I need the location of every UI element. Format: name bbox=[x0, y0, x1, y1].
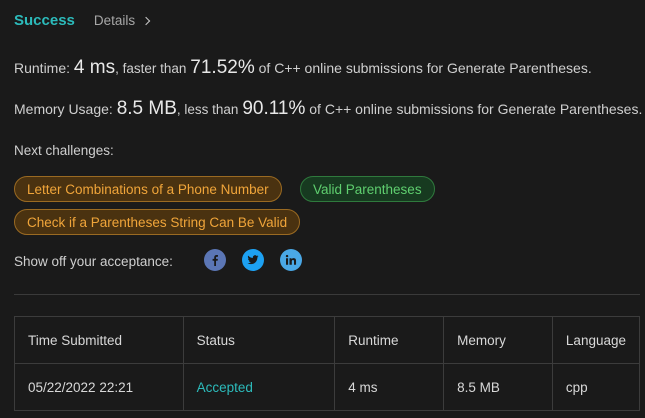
column-header: Memory bbox=[443, 316, 553, 364]
table-header-row: Time Submitted Status Runtime Memory Lan… bbox=[14, 316, 641, 364]
facebook-icon[interactable] bbox=[204, 249, 226, 271]
memory-tail: of C++ online submissions for Generate P… bbox=[309, 101, 643, 117]
memory-value: 8.5 MB bbox=[116, 98, 177, 119]
next-challenges-label: Next challenges: bbox=[14, 143, 114, 158]
runtime-tail: of C++ online submissions for Generate P… bbox=[258, 60, 592, 76]
challenge-chip[interactable]: Letter Combinations of a Phone Number bbox=[14, 176, 282, 202]
runtime-line: Runtime: 4 ms, faster than 71.52% of C++… bbox=[14, 57, 592, 79]
status-cell[interactable]: Accepted bbox=[182, 363, 336, 411]
details-label: Details bbox=[93, 13, 136, 28]
submissions-table: Time Submitted Status Runtime Memory Lan… bbox=[14, 316, 641, 411]
runtime-percent: 71.52% bbox=[190, 57, 255, 78]
memory-line: Memory Usage: 8.5 MB, less than 90.11% o… bbox=[14, 98, 642, 120]
memory-label: Memory Usage: bbox=[14, 101, 113, 117]
share-label: Show off your acceptance: bbox=[14, 254, 173, 269]
runtime-mid: , faster than bbox=[115, 61, 187, 76]
memory-cell: 8.5 MB bbox=[443, 363, 553, 411]
runtime-cell: 4 ms bbox=[334, 363, 445, 411]
language-cell: cpp bbox=[551, 363, 641, 411]
result-header: Success Details bbox=[14, 12, 151, 29]
runtime-value: 4 ms bbox=[73, 57, 116, 78]
status-title: Success bbox=[14, 12, 75, 29]
table-row[interactable]: 05/22/2022 22:21 Accepted 4 ms 8.5 MB cp… bbox=[14, 363, 641, 411]
column-header: Runtime bbox=[334, 316, 445, 364]
details-link[interactable]: Details bbox=[93, 13, 151, 28]
column-header: Status bbox=[182, 316, 336, 364]
runtime-label: Runtime: bbox=[14, 60, 71, 76]
linkedin-icon[interactable] bbox=[280, 249, 302, 271]
challenge-chip[interactable]: Check if a Parentheses String Can Be Val… bbox=[14, 209, 301, 235]
chevron-right-icon bbox=[141, 16, 151, 25]
memory-percent: 90.11% bbox=[242, 98, 306, 119]
challenge-chip[interactable]: Valid Parentheses bbox=[300, 176, 435, 202]
divider bbox=[14, 294, 640, 295]
memory-mid: , less than bbox=[176, 102, 239, 117]
column-header: Language bbox=[551, 316, 641, 364]
time-submitted-cell: 05/22/2022 22:21 bbox=[14, 363, 184, 411]
column-header: Time Submitted bbox=[14, 316, 184, 364]
twitter-icon[interactable] bbox=[242, 249, 264, 271]
